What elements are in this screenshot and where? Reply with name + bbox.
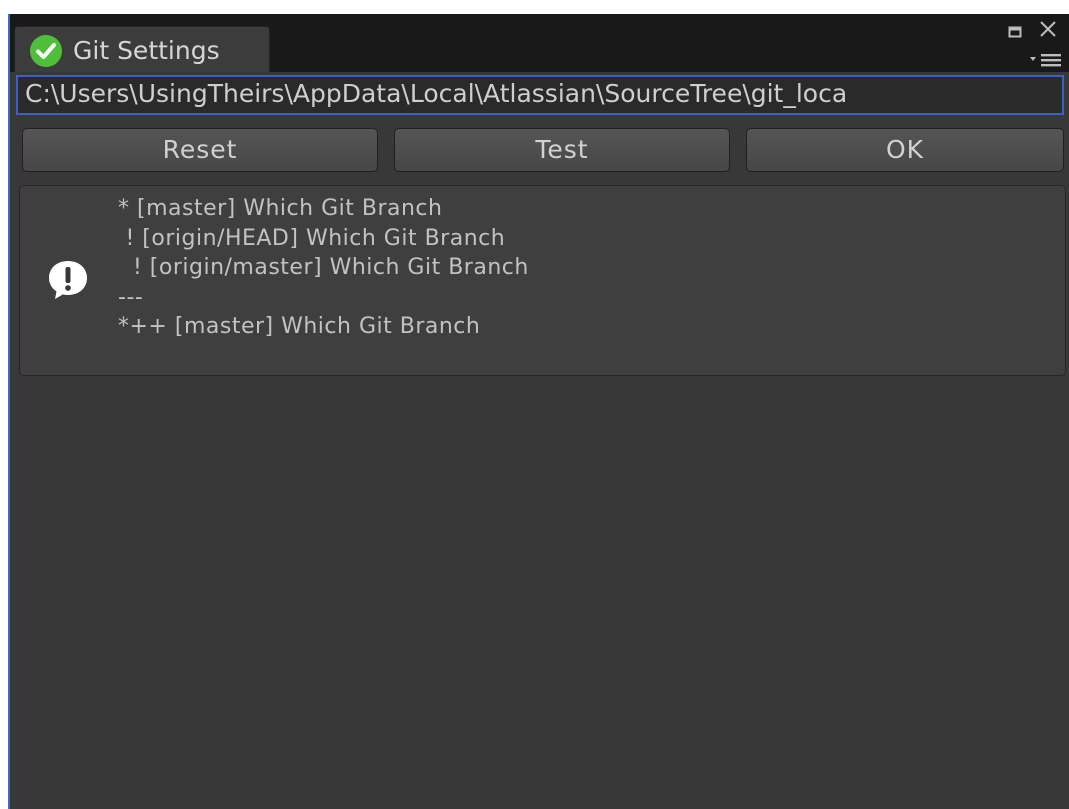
branch-line: * [master] Which Git Branch xyxy=(118,196,443,221)
close-icon[interactable] xyxy=(1039,20,1057,38)
git-path-input[interactable]: C:\Users\UsingTheirs\AppData\Local\Atlas… xyxy=(16,75,1064,115)
maximize-icon[interactable] xyxy=(1008,26,1022,38)
test-button[interactable]: Test xyxy=(394,128,730,172)
branch-line: *++ [master] Which Git Branch xyxy=(118,314,481,339)
tab-strip: Git Settings xyxy=(10,14,1069,72)
tab-git-settings[interactable]: Git Settings xyxy=(14,26,270,72)
help-box: * [master] Which Git Branch ! [origin/HE… xyxy=(19,185,1066,376)
menu-icon[interactable] xyxy=(1028,52,1064,68)
tab-title: Git Settings xyxy=(73,36,220,65)
ok-button[interactable]: OK xyxy=(746,128,1064,172)
reset-button[interactable]: Reset xyxy=(22,128,378,172)
help-message: * [master] Which Git Branch ! [origin/HE… xyxy=(118,194,529,342)
exclamation-speech-icon xyxy=(49,261,87,299)
check-circle-icon xyxy=(30,35,62,67)
branch-line: ! [origin/HEAD] Which Git Branch xyxy=(118,225,506,251)
git-settings-window: Git Settings C:\Users\UsingTheirs\AppDat… xyxy=(10,14,1069,809)
separator-line: --- xyxy=(118,284,144,310)
branch-line: ! [origin/master] Which Git Branch xyxy=(118,255,529,280)
